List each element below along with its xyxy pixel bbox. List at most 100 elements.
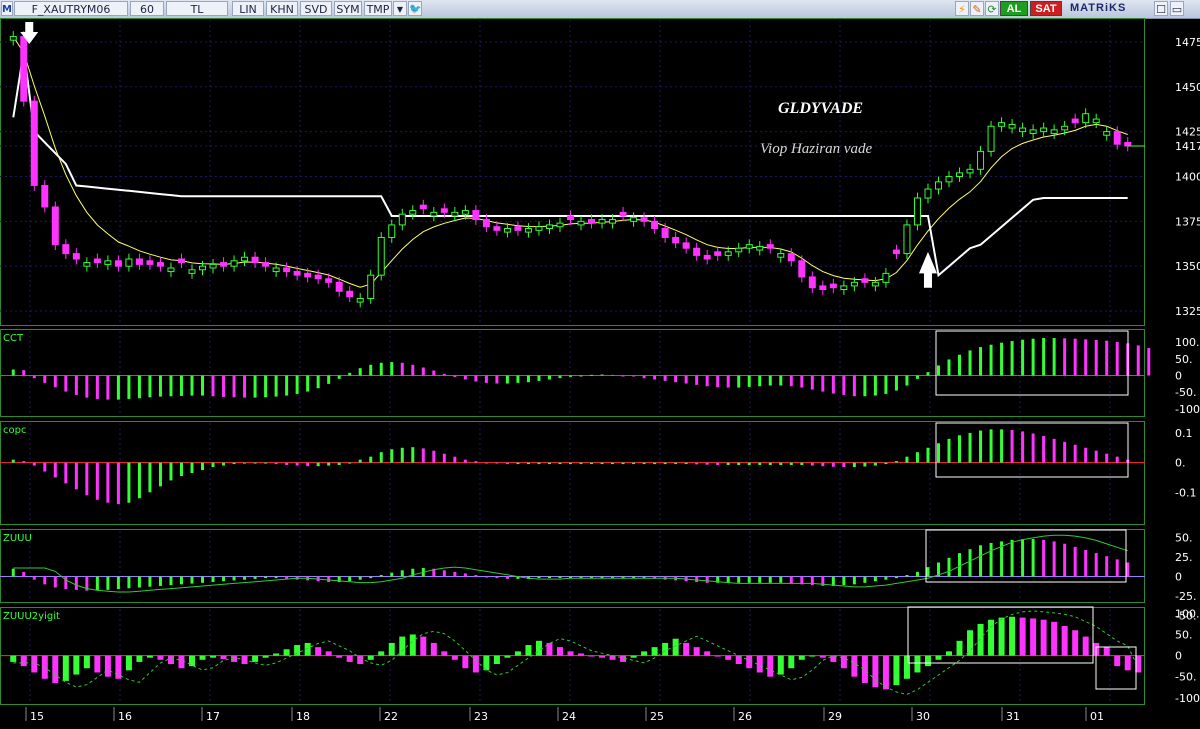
panel-tick-label: -100.: [1175, 403, 1200, 416]
price-tick-label: 1400.: [1175, 170, 1200, 183]
histogram-bar-zuuu2: [714, 655, 721, 657]
histogram-bar-copc: [432, 450, 436, 463]
time-axis-label: 22: [384, 710, 398, 723]
candle: [1019, 127, 1027, 133]
histogram-bar-cct: [632, 375, 636, 377]
lightning-icon[interactable]: ⚡: [955, 1, 969, 16]
histogram-bar-zuuu: [11, 568, 15, 577]
candle: [766, 244, 774, 249]
histogram-bar-cct: [264, 375, 268, 398]
sat-button[interactable]: SAT: [1030, 1, 1062, 16]
histogram-bar-copc: [873, 462, 877, 466]
histogram-bar-cct: [337, 375, 341, 379]
histogram-bar-copc: [705, 462, 709, 465]
time-axis-label: 31: [1006, 710, 1020, 723]
candle: [1071, 118, 1079, 124]
histogram-bar-copc: [716, 462, 720, 465]
candle: [819, 285, 827, 291]
histogram-bar-zuuu2: [882, 655, 889, 690]
histogram-bar-zuuu: [747, 576, 751, 583]
candle: [714, 251, 722, 256]
panel-frame-1: [0, 329, 1145, 417]
histogram-bar-copc: [516, 462, 520, 465]
histogram-bar-copc: [474, 461, 478, 463]
histogram-bar-zuuu: [1010, 539, 1014, 577]
histogram-bar-zuuu2: [556, 647, 563, 656]
candle: [146, 260, 154, 265]
histogram-bar-copc: [411, 447, 415, 463]
histogram-bar-zuuu2: [809, 655, 816, 657]
histogram-bar-zuuu2: [998, 617, 1005, 656]
twitter-bird-icon[interactable]: 🐦: [408, 1, 422, 16]
histogram-bar-cct: [53, 375, 57, 388]
price-tick-label: 1375.: [1175, 215, 1200, 228]
histogram-bar-zuuu2: [430, 642, 437, 656]
histogram-bar-zuuu2: [388, 642, 395, 656]
candle: [945, 175, 953, 183]
dropdown-arrow-icon[interactable]: ▼: [393, 1, 407, 16]
histogram-bar-cct: [526, 375, 530, 383]
price-tick-label: 1425.: [1175, 126, 1200, 139]
histogram-bar-cct: [474, 375, 478, 382]
histogram-bar-copc: [979, 430, 983, 463]
candle: [388, 224, 396, 238]
candle: [850, 281, 858, 287]
histogram-bar-zuuu2: [167, 655, 174, 665]
histogram-bar-zuuu2: [578, 653, 585, 656]
candle: [335, 281, 343, 292]
histogram-bar-copc: [442, 453, 446, 463]
histogram-bar-cct: [768, 375, 772, 386]
histogram-bar-zuuu: [190, 576, 194, 584]
tmp-button[interactable]: TMP: [364, 1, 392, 16]
chart-svg[interactable]: 1475. 1450. 1425.1417. 1400. 1375. 1350. 1325.…: [0, 18, 1200, 724]
histogram-bar-copc: [137, 462, 141, 499]
histogram-bar-zuuu2: [94, 655, 101, 673]
candle: [356, 297, 364, 303]
candle: [251, 256, 259, 264]
histogram-bar-zuuu: [758, 576, 762, 583]
histogram-bar-cct: [600, 374, 604, 376]
histogram-bar-zuuu2: [367, 655, 374, 660]
al-button[interactable]: AL: [1000, 1, 1028, 16]
window-icon[interactable]: ▭: [1170, 1, 1184, 16]
candle: [577, 220, 585, 226]
histogram-bar-copc: [116, 462, 120, 505]
histogram-bar-cct: [232, 375, 236, 398]
sym-button[interactable]: SYM: [334, 1, 362, 16]
histogram-bar-copc: [884, 462, 888, 465]
svd-button[interactable]: SVD: [300, 1, 332, 16]
refresh-icon[interactable]: ⟳: [985, 1, 999, 16]
histogram-bar-cct: [1042, 338, 1046, 376]
histogram-bar-cct: [222, 375, 226, 397]
histogram-bar-cct: [158, 375, 162, 397]
histogram-bar-cct: [148, 375, 152, 398]
histogram-bar-cct: [695, 375, 699, 385]
histogram-bar-cct: [327, 375, 331, 384]
histogram-bar-zuuu2: [599, 655, 606, 658]
currency-field[interactable]: TL: [166, 1, 228, 16]
checkbox-icon[interactable]: ☐: [1154, 1, 1168, 16]
candle: [924, 188, 932, 199]
candle: [156, 262, 164, 267]
histogram-bar-cct: [894, 375, 898, 391]
histogram-bar-copc: [569, 462, 572, 465]
symbol-field[interactable]: F_XAUTRYM06: [14, 1, 128, 16]
histogram-bar-zuuu: [1021, 539, 1025, 577]
histogram-bar-zuuu: [1063, 543, 1067, 577]
lin-button[interactable]: LIN: [232, 1, 264, 16]
histogram-bar-copc: [11, 459, 15, 463]
period-field[interactable]: 60: [130, 1, 164, 16]
price-tick-label: 1475.: [1175, 36, 1200, 49]
histogram-bar-copc: [1094, 450, 1098, 463]
histogram-bar-zuuu: [495, 576, 499, 579]
histogram-bar-zuuu2: [903, 655, 910, 679]
histogram-bar-cct: [400, 362, 404, 376]
histogram-bar-copc: [779, 462, 783, 465]
edit-icon[interactable]: ✎: [970, 1, 984, 16]
candle: [72, 253, 80, 260]
histogram-bar-zuuu2: [462, 655, 469, 669]
khn-button[interactable]: KHN: [266, 1, 298, 16]
m-logo-icon[interactable]: M: [1, 1, 13, 16]
histogram-bar-cct: [915, 375, 919, 379]
histogram-bar-copc: [611, 462, 615, 465]
